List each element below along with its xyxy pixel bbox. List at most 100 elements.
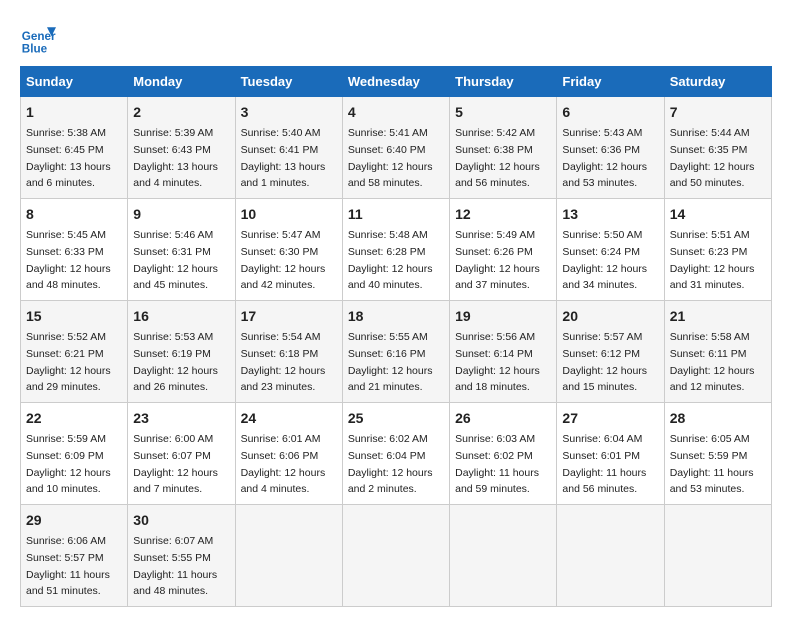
day-info: Sunrise: 5:55 AMSunset: 6:16 PMDaylight:… <box>348 331 433 393</box>
calendar-cell: 6 Sunrise: 5:43 AMSunset: 6:36 PMDayligh… <box>557 97 664 199</box>
calendar-cell: 12 Sunrise: 5:49 AMSunset: 6:26 PMDaylig… <box>450 199 557 301</box>
calendar-cell: 14 Sunrise: 5:51 AMSunset: 6:23 PMDaylig… <box>664 199 771 301</box>
day-number: 18 <box>348 306 444 327</box>
day-info: Sunrise: 5:39 AMSunset: 6:43 PMDaylight:… <box>133 127 218 189</box>
calendar-cell <box>557 505 664 607</box>
day-number: 26 <box>455 408 551 429</box>
day-number: 22 <box>26 408 122 429</box>
calendar-cell: 13 Sunrise: 5:50 AMSunset: 6:24 PMDaylig… <box>557 199 664 301</box>
day-number: 8 <box>26 204 122 225</box>
day-info: Sunrise: 5:42 AMSunset: 6:38 PMDaylight:… <box>455 127 540 189</box>
day-info: Sunrise: 6:05 AMSunset: 5:59 PMDaylight:… <box>670 433 754 495</box>
calendar-cell: 9 Sunrise: 5:46 AMSunset: 6:31 PMDayligh… <box>128 199 235 301</box>
day-number: 15 <box>26 306 122 327</box>
day-number: 30 <box>133 510 229 531</box>
calendar-day-header: Friday <box>557 67 664 97</box>
day-info: Sunrise: 5:41 AMSunset: 6:40 PMDaylight:… <box>348 127 433 189</box>
calendar-cell: 8 Sunrise: 5:45 AMSunset: 6:33 PMDayligh… <box>21 199 128 301</box>
calendar-week-row: 22 Sunrise: 5:59 AMSunset: 6:09 PMDaylig… <box>21 403 772 505</box>
calendar-day-header: Sunday <box>21 67 128 97</box>
calendar-cell <box>664 505 771 607</box>
calendar-cell: 4 Sunrise: 5:41 AMSunset: 6:40 PMDayligh… <box>342 97 449 199</box>
calendar-cell: 26 Sunrise: 6:03 AMSunset: 6:02 PMDaylig… <box>450 403 557 505</box>
calendar-header-row: SundayMondayTuesdayWednesdayThursdayFrid… <box>21 67 772 97</box>
day-number: 10 <box>241 204 337 225</box>
day-number: 25 <box>348 408 444 429</box>
day-info: Sunrise: 5:53 AMSunset: 6:19 PMDaylight:… <box>133 331 218 393</box>
calendar-cell: 7 Sunrise: 5:44 AMSunset: 6:35 PMDayligh… <box>664 97 771 199</box>
day-info: Sunrise: 6:04 AMSunset: 6:01 PMDaylight:… <box>562 433 646 495</box>
calendar-cell: 2 Sunrise: 5:39 AMSunset: 6:43 PMDayligh… <box>128 97 235 199</box>
calendar-cell: 19 Sunrise: 5:56 AMSunset: 6:14 PMDaylig… <box>450 301 557 403</box>
day-info: Sunrise: 6:03 AMSunset: 6:02 PMDaylight:… <box>455 433 539 495</box>
calendar-day-header: Thursday <box>450 67 557 97</box>
calendar-cell: 1 Sunrise: 5:38 AMSunset: 6:45 PMDayligh… <box>21 97 128 199</box>
day-number: 4 <box>348 102 444 123</box>
day-number: 24 <box>241 408 337 429</box>
calendar-cell: 24 Sunrise: 6:01 AMSunset: 6:06 PMDaylig… <box>235 403 342 505</box>
logo: General Blue <box>20 20 62 56</box>
day-info: Sunrise: 6:00 AMSunset: 6:07 PMDaylight:… <box>133 433 218 495</box>
day-number: 14 <box>670 204 766 225</box>
day-number: 12 <box>455 204 551 225</box>
calendar-cell: 15 Sunrise: 5:52 AMSunset: 6:21 PMDaylig… <box>21 301 128 403</box>
day-info: Sunrise: 5:51 AMSunset: 6:23 PMDaylight:… <box>670 229 755 291</box>
calendar-cell <box>450 505 557 607</box>
day-number: 23 <box>133 408 229 429</box>
day-number: 6 <box>562 102 658 123</box>
day-number: 13 <box>562 204 658 225</box>
day-number: 28 <box>670 408 766 429</box>
day-number: 16 <box>133 306 229 327</box>
calendar-cell: 21 Sunrise: 5:58 AMSunset: 6:11 PMDaylig… <box>664 301 771 403</box>
calendar-cell: 11 Sunrise: 5:48 AMSunset: 6:28 PMDaylig… <box>342 199 449 301</box>
day-info: Sunrise: 6:07 AMSunset: 5:55 PMDaylight:… <box>133 535 217 597</box>
svg-text:Blue: Blue <box>22 42 48 55</box>
day-number: 5 <box>455 102 551 123</box>
calendar-cell: 20 Sunrise: 5:57 AMSunset: 6:12 PMDaylig… <box>557 301 664 403</box>
day-info: Sunrise: 5:58 AMSunset: 6:11 PMDaylight:… <box>670 331 755 393</box>
calendar-cell: 3 Sunrise: 5:40 AMSunset: 6:41 PMDayligh… <box>235 97 342 199</box>
day-info: Sunrise: 6:01 AMSunset: 6:06 PMDaylight:… <box>241 433 326 495</box>
calendar-cell: 5 Sunrise: 5:42 AMSunset: 6:38 PMDayligh… <box>450 97 557 199</box>
day-number: 19 <box>455 306 551 327</box>
day-number: 3 <box>241 102 337 123</box>
day-info: Sunrise: 6:02 AMSunset: 6:04 PMDaylight:… <box>348 433 433 495</box>
day-number: 17 <box>241 306 337 327</box>
page-header: General Blue <box>20 20 772 56</box>
calendar-cell: 29 Sunrise: 6:06 AMSunset: 5:57 PMDaylig… <box>21 505 128 607</box>
day-info: Sunrise: 5:46 AMSunset: 6:31 PMDaylight:… <box>133 229 218 291</box>
calendar-cell: 25 Sunrise: 6:02 AMSunset: 6:04 PMDaylig… <box>342 403 449 505</box>
day-info: Sunrise: 5:59 AMSunset: 6:09 PMDaylight:… <box>26 433 111 495</box>
logo-icon: General Blue <box>20 20 56 56</box>
day-number: 21 <box>670 306 766 327</box>
day-info: Sunrise: 5:45 AMSunset: 6:33 PMDaylight:… <box>26 229 111 291</box>
day-info: Sunrise: 5:54 AMSunset: 6:18 PMDaylight:… <box>241 331 326 393</box>
day-number: 11 <box>348 204 444 225</box>
day-info: Sunrise: 5:50 AMSunset: 6:24 PMDaylight:… <box>562 229 647 291</box>
day-number: 29 <box>26 510 122 531</box>
day-info: Sunrise: 5:43 AMSunset: 6:36 PMDaylight:… <box>562 127 647 189</box>
day-number: 20 <box>562 306 658 327</box>
day-info: Sunrise: 5:38 AMSunset: 6:45 PMDaylight:… <box>26 127 111 189</box>
day-info: Sunrise: 5:48 AMSunset: 6:28 PMDaylight:… <box>348 229 433 291</box>
calendar-cell: 10 Sunrise: 5:47 AMSunset: 6:30 PMDaylig… <box>235 199 342 301</box>
calendar-day-header: Monday <box>128 67 235 97</box>
calendar-cell: 17 Sunrise: 5:54 AMSunset: 6:18 PMDaylig… <box>235 301 342 403</box>
day-info: Sunrise: 5:44 AMSunset: 6:35 PMDaylight:… <box>670 127 755 189</box>
calendar-day-header: Saturday <box>664 67 771 97</box>
calendar-cell: 22 Sunrise: 5:59 AMSunset: 6:09 PMDaylig… <box>21 403 128 505</box>
calendar-cell <box>235 505 342 607</box>
calendar-week-row: 29 Sunrise: 6:06 AMSunset: 5:57 PMDaylig… <box>21 505 772 607</box>
calendar-cell: 23 Sunrise: 6:00 AMSunset: 6:07 PMDaylig… <box>128 403 235 505</box>
calendar-cell <box>342 505 449 607</box>
day-number: 2 <box>133 102 229 123</box>
day-info: Sunrise: 6:06 AMSunset: 5:57 PMDaylight:… <box>26 535 110 597</box>
calendar-day-header: Tuesday <box>235 67 342 97</box>
day-number: 7 <box>670 102 766 123</box>
day-info: Sunrise: 5:40 AMSunset: 6:41 PMDaylight:… <box>241 127 326 189</box>
calendar-cell: 27 Sunrise: 6:04 AMSunset: 6:01 PMDaylig… <box>557 403 664 505</box>
day-info: Sunrise: 5:52 AMSunset: 6:21 PMDaylight:… <box>26 331 111 393</box>
day-number: 9 <box>133 204 229 225</box>
day-info: Sunrise: 5:49 AMSunset: 6:26 PMDaylight:… <box>455 229 540 291</box>
calendar-table: SundayMondayTuesdayWednesdayThursdayFrid… <box>20 66 772 607</box>
